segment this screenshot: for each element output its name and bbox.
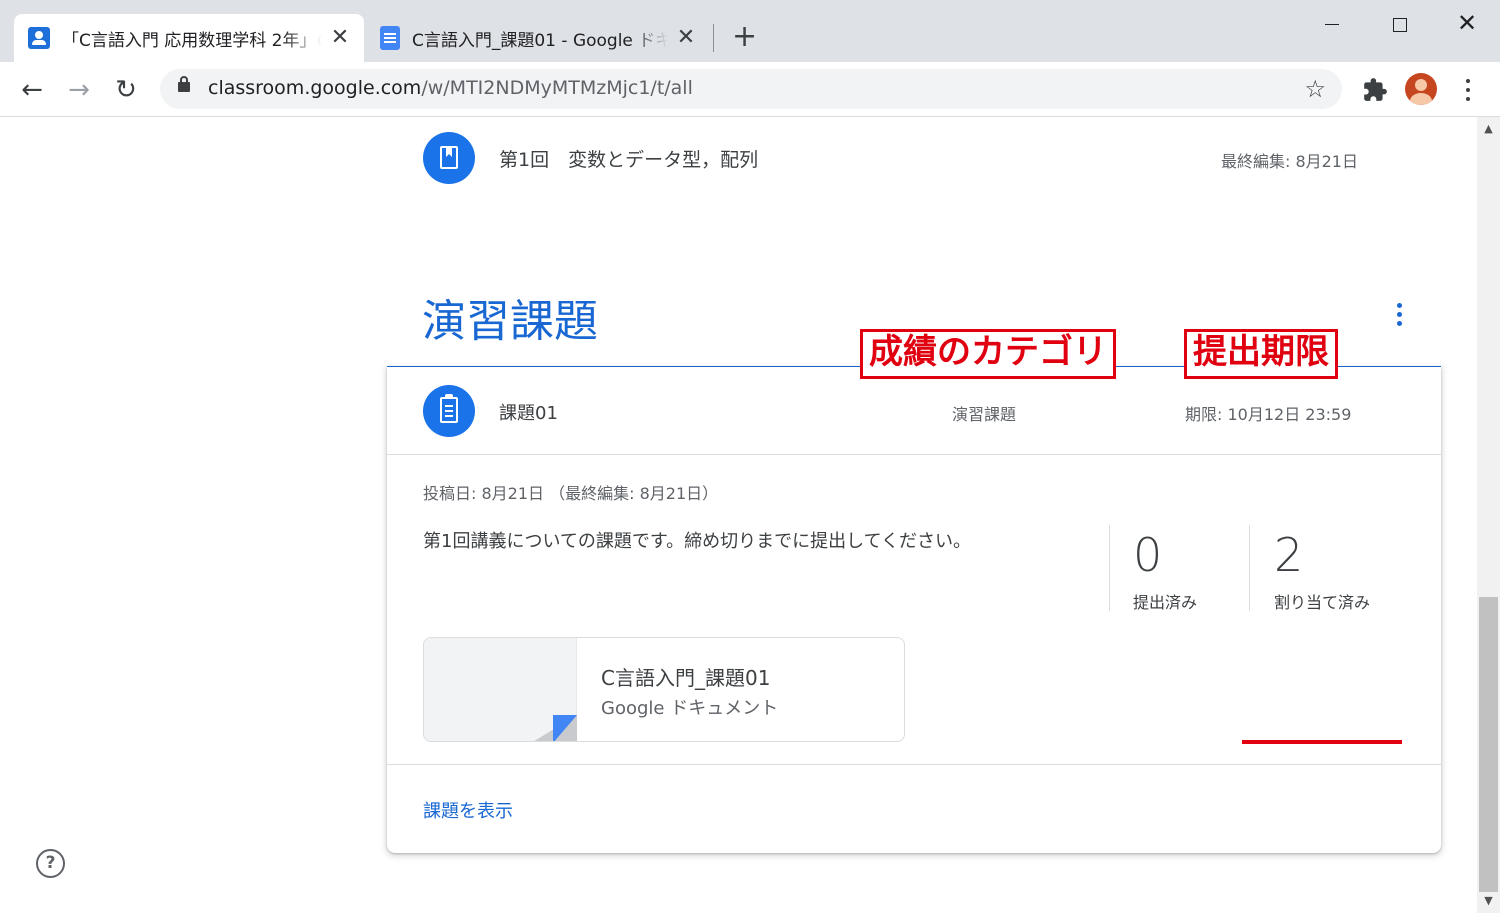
tab-classroom[interactable]: 「C言語入門 応用数理学科 2年」の ✕ (14, 14, 364, 62)
assignment-card: 課題01 演習課題 期限: 10月12日 23:59 投稿日: 8月21日 （最… (387, 367, 1441, 853)
stat-value: 2 (1274, 528, 1304, 582)
stat-divider (1109, 525, 1110, 611)
card-footer-divider (387, 764, 1441, 765)
stat-label: 割り当て済み (1274, 593, 1371, 612)
new-tab-button[interactable]: + (732, 22, 757, 52)
scrollbar[interactable]: ▲ ▼ (1477, 117, 1500, 913)
assignment-description: 第1回講義についての課題です。締め切りまでに提出してください。 (423, 531, 972, 552)
url-host: classroom.google.com (208, 77, 422, 99)
reload-button[interactable]: ↻ (110, 74, 142, 106)
material-icon (423, 132, 475, 184)
scroll-thumb[interactable] (1479, 597, 1498, 892)
attachment-type: Google ドキュメント (601, 698, 779, 719)
assignment-title: 課題01 (499, 403, 558, 424)
extensions-icon[interactable] (1362, 77, 1388, 103)
maximize-button[interactable] (1380, 8, 1420, 38)
maximize-icon (1393, 17, 1407, 32)
topic-title: 演習課題 (422, 296, 598, 347)
stat-assigned[interactable]: 2 割り当て済み (1274, 527, 1370, 613)
scroll-down-arrow[interactable]: ▼ (1477, 891, 1500, 911)
close-icon[interactable]: ✕ (676, 27, 696, 49)
attachment-title: C言語入門_課題01 (601, 666, 771, 690)
attachment-card[interactable]: C言語入門_課題01 Google ドキュメント (423, 637, 905, 742)
book-icon (440, 146, 458, 169)
profile-avatar[interactable] (1405, 73, 1437, 105)
docs-icon (380, 26, 400, 50)
topic-more-icon[interactable] (1388, 302, 1412, 328)
assignment-category: 演習課題 (952, 405, 1017, 424)
assignment-icon (423, 385, 475, 437)
tab-docs[interactable]: C言語入門_課題01 - Google ドキュメント ✕ (366, 14, 710, 62)
window-close-button[interactable]: ✕ (1447, 8, 1487, 38)
material-title: 第1回 変数とデータ型，配列 (499, 149, 759, 171)
minimize-button[interactable] (1312, 8, 1352, 38)
browser-toolbar: ← → ↻ classroom.google.com/w/MTI2NDMyMTM… (0, 62, 1500, 117)
address-bar[interactable]: classroom.google.com/w/MTI2NDMyMTMzMjc1/… (160, 69, 1342, 109)
tab-title: C言語入門_課題01 - Google ドキュメント (412, 30, 668, 51)
annotation-category-label: 成績のカテゴリ (860, 329, 1116, 379)
stat-submitted[interactable]: 0 提出済み (1133, 527, 1197, 613)
docs-fold-icon (531, 715, 577, 741)
url-text[interactable]: classroom.google.com/w/MTI2NDMyMTMzMjc1/… (208, 77, 693, 99)
stat-value: 0 (1133, 528, 1163, 582)
material-edited: 最終編集: 8月21日 (1220, 152, 1358, 171)
page-viewport: 第1回 変数とデータ型，配列 最終編集: 8月21日 演習課題 課題01 演習課… (0, 117, 1477, 913)
url-path: /w/MTI2NDMyMTMzMjc1/t/all (421, 77, 693, 99)
tab-strip: 「C言語入門 応用数理学科 2年」の ✕ C言語入門_課題01 - Google… (0, 0, 1500, 62)
close-icon[interactable]: ✕ (330, 27, 350, 49)
clipboard-icon (440, 394, 458, 423)
annotation-due-label: 提出期限 (1184, 329, 1338, 379)
stat-label: 提出済み (1133, 593, 1198, 612)
attachment-thumbnail (424, 638, 577, 741)
tab-separator (713, 24, 714, 52)
forward-button[interactable]: → (63, 74, 95, 106)
view-assignment-link[interactable]: 課題を表示 (423, 797, 513, 823)
stat-divider (1249, 525, 1250, 611)
assignment-due: 期限: 10月12日 23:59 (1185, 405, 1352, 424)
bookmark-star-icon[interactable]: ☆ (1304, 75, 1326, 103)
annotation-underline (1242, 740, 1402, 744)
material-row[interactable]: 第1回 変数とデータ型，配列 最終編集: 8月21日 (423, 132, 1363, 188)
assignment-header[interactable]: 課題01 演習課題 期限: 10月12日 23:59 (387, 367, 1441, 455)
classroom-icon (28, 27, 50, 49)
help-icon[interactable]: ? (36, 849, 65, 878)
tab-title: 「C言語入門 応用数理学科 2年」の (62, 30, 322, 51)
posted-date: 投稿日: 8月21日 （最終編集: 8月21日） (423, 484, 719, 503)
minimize-icon (1325, 24, 1339, 25)
more-vert-icon[interactable] (1458, 77, 1478, 103)
back-button[interactable]: ← (16, 74, 48, 106)
scroll-up-arrow[interactable]: ▲ (1477, 119, 1500, 139)
lock-icon[interactable] (178, 76, 190, 92)
